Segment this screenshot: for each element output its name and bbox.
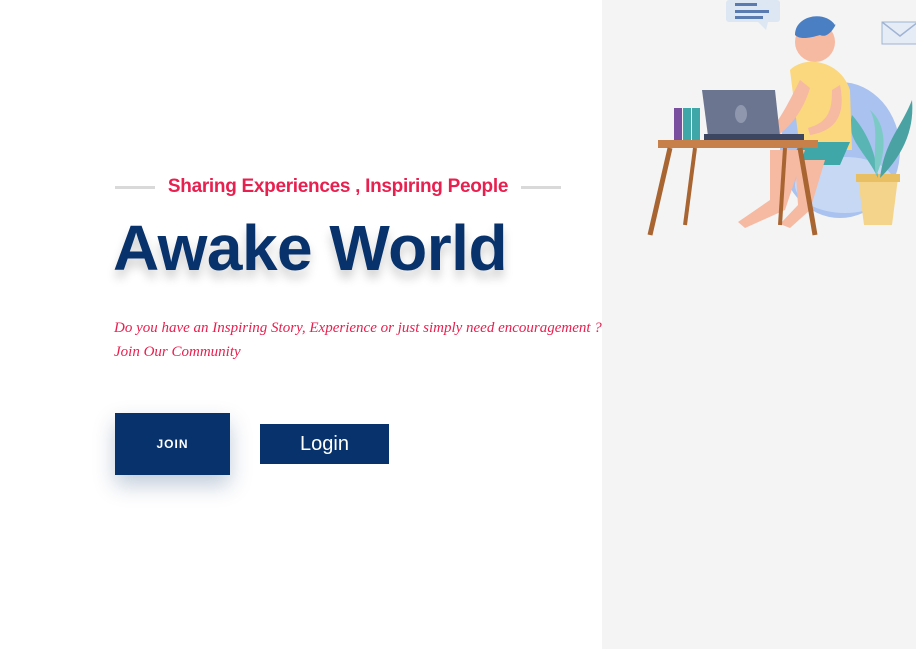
tagline: Sharing Experiences , Inspiring People	[167, 176, 509, 197]
tagline-row: Sharing Experiences , Inspiring People	[115, 172, 561, 202]
envelope-icon	[881, 21, 916, 45]
hero-title: Awake World	[113, 212, 508, 284]
hero-description-line-1: Do you have an Inspiring Story, Experien…	[114, 320, 602, 336]
join-button[interactable]: JOIN	[115, 413, 230, 475]
tagline-divider-left	[115, 185, 155, 189]
hero-description-line-2: Join Our Community	[114, 344, 241, 360]
chat-bubble-icon	[726, 0, 780, 30]
login-button[interactable]: Login	[260, 424, 389, 464]
hero-description: Do you have an Inspiring Story, Experien…	[114, 316, 684, 364]
person-working-on-laptop-illustration	[647, 0, 916, 236]
tagline-divider-right	[521, 185, 561, 189]
